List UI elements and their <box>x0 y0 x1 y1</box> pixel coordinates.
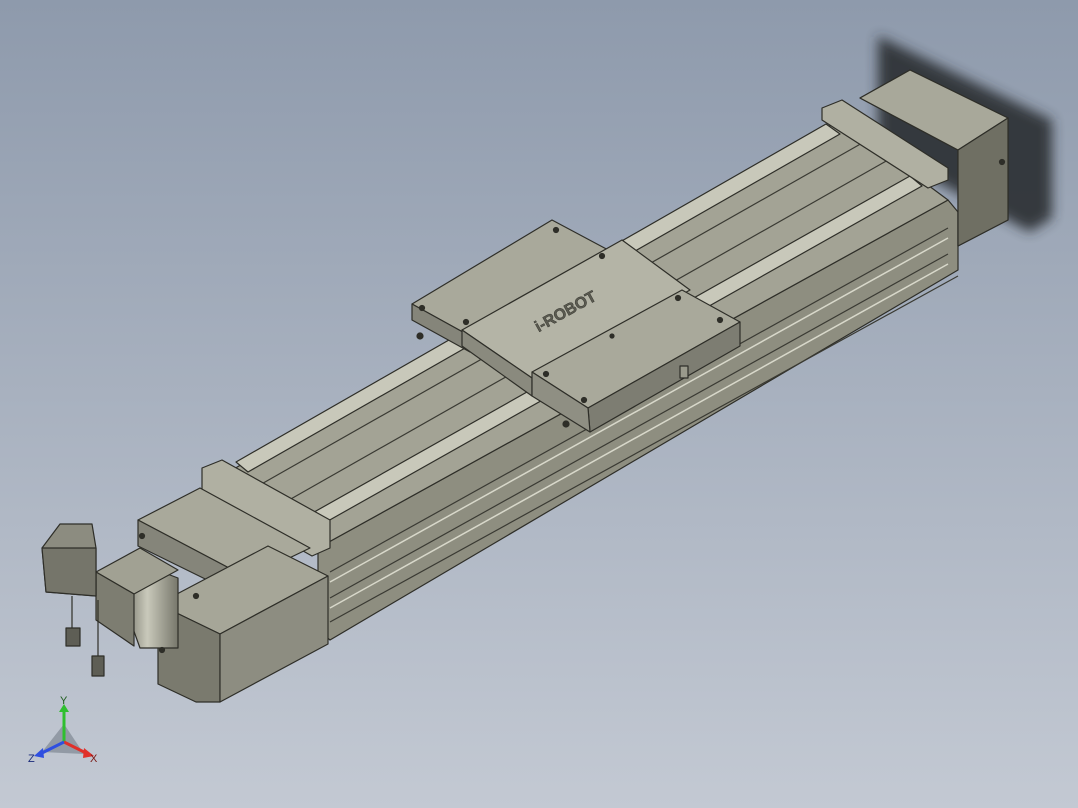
z-axis-label: Z <box>28 753 35 765</box>
graphics-viewport[interactable]: i-ROBOT Y X Z <box>0 0 1078 808</box>
z-axis-head-icon <box>34 748 44 758</box>
y-axis-label: Y <box>60 695 68 707</box>
coordinate-triad[interactable]: Y X Z <box>26 694 106 770</box>
x-axis-label: X <box>90 753 98 765</box>
linear-actuator-model[interactable]: i-ROBOT <box>0 0 1078 808</box>
front-motor-assembly <box>41 459 331 703</box>
